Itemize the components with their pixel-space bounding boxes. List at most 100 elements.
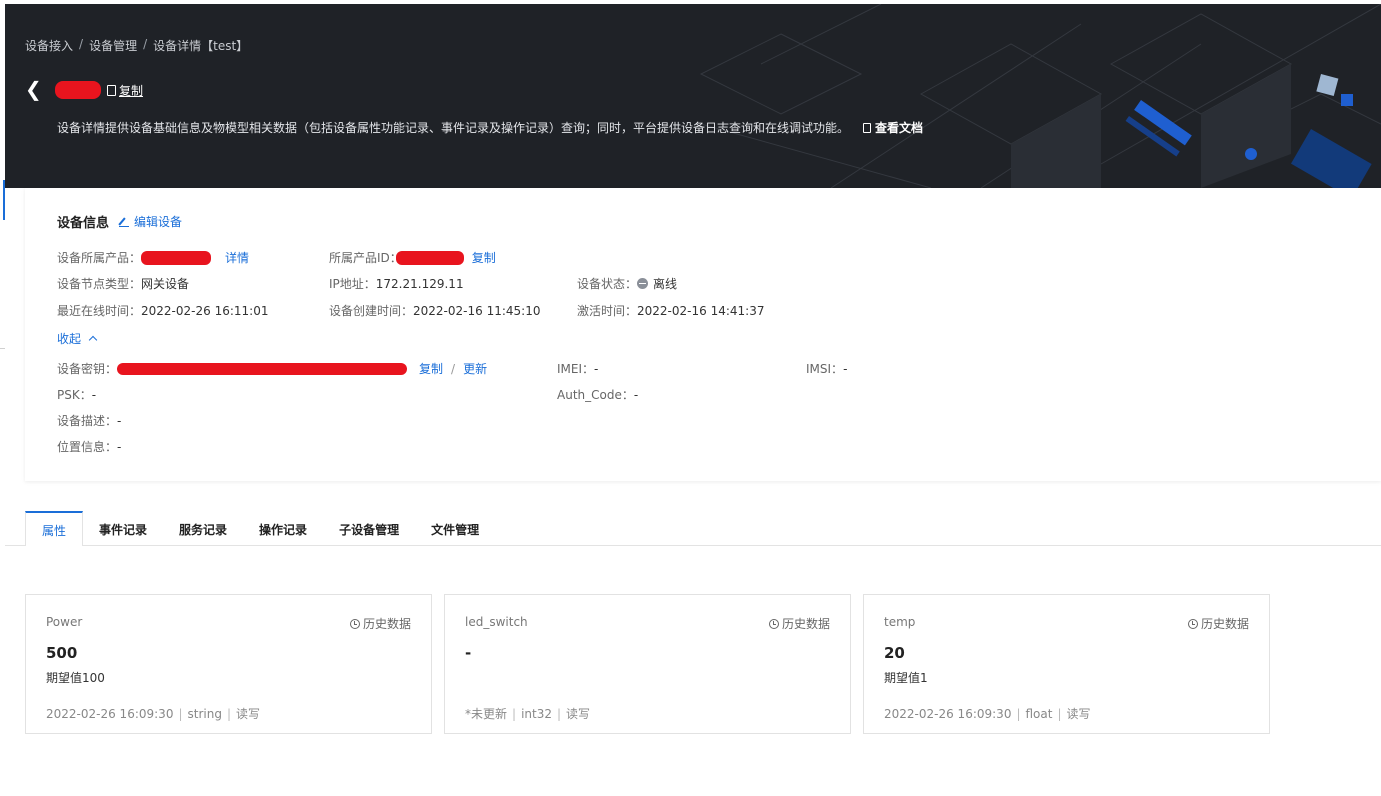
product-id-label: 所属产品ID： <box>329 251 402 265</box>
tab-services[interactable]: 服务记录 <box>163 511 243 546</box>
property-name: Power <box>46 615 83 629</box>
copy-label: 复制 <box>119 83 144 98</box>
property-card-temp: temp 历史数据 20 期望值1 2022-02-26 16:09:30 | fl… <box>863 594 1270 734</box>
history-icon <box>349 618 360 629</box>
history-data-button[interactable]: 历史数据 <box>1187 615 1249 632</box>
status-value: 离线 <box>653 277 678 291</box>
product-id-field: 所属产品ID： 复制 <box>329 249 496 266</box>
breadcrumb-device-access[interactable]: 设备接入 <box>25 37 73 54</box>
copy-device-name-button[interactable]: 复制 <box>107 82 143 99</box>
property-type: float <box>1025 707 1053 721</box>
edit-device-button[interactable]: 编辑设备 <box>119 213 182 230</box>
description-label: 设备描述： <box>57 414 118 428</box>
last-online-field: 最近在线时间： 2022-02-26 16:11:01 <box>57 302 268 319</box>
document-icon <box>863 122 872 133</box>
property-meta: *未更新 | int32 | 读写 <box>465 707 591 721</box>
ip-field: IP地址： 172.21.129.11 <box>329 275 464 292</box>
back-arrow-icon[interactable]: ❮ <box>25 79 47 100</box>
device-info-header: 设备信息 编辑设备 <box>57 212 182 231</box>
redacted-device-name <box>55 81 101 99</box>
description-value: - <box>117 413 122 428</box>
edit-device-label: 编辑设备 <box>134 215 183 229</box>
breadcrumb-separator: / <box>79 37 84 51</box>
created-field: 设备创建时间： 2022-02-16 11:45:10 <box>329 302 540 319</box>
location-field: 位置信息： - <box>57 438 121 455</box>
property-time: 2022-02-26 16:09:30 <box>884 707 1012 721</box>
history-icon <box>768 618 779 629</box>
created-label: 设备创建时间： <box>329 304 414 318</box>
property-name: led_switch <box>465 615 528 629</box>
history-label: 历史数据 <box>1200 617 1249 631</box>
tab-events[interactable]: 事件记录 <box>83 511 163 546</box>
view-docs-link[interactable]: 查看文档 <box>863 119 923 136</box>
status-field: 设备状态： 离线 <box>577 275 677 292</box>
property-card-power: Power 历史数据 500 期望值100 2022-02-26 16:09:3… <box>25 594 432 734</box>
property-access: 读写 <box>1066 707 1091 721</box>
property-expected: 期望值1 <box>884 671 928 685</box>
ip-value: 172.21.129.11 <box>375 276 464 291</box>
copy-product-id-button[interactable]: 复制 <box>472 249 496 266</box>
left-divider <box>0 348 5 349</box>
redacted-product-id <box>395 250 464 265</box>
device-info-title: 设备信息 <box>57 216 110 231</box>
property-value: 500 <box>46 644 78 662</box>
imei-field: IMEI： - <box>557 360 598 377</box>
device-title-row: ❮ 复制 <box>25 79 143 100</box>
banner-decoration <box>699 4 1381 188</box>
secret-field: 设备密钥： 复制 / 更新 <box>57 360 487 377</box>
imei-value: - <box>594 361 599 376</box>
history-data-button[interactable]: 历史数据 <box>768 615 830 632</box>
view-docs-label: 查看文档 <box>875 121 924 135</box>
status-label: 设备状态： <box>577 277 638 291</box>
history-label: 历史数据 <box>362 617 411 631</box>
created-value: 2022-02-16 11:45:10 <box>413 303 541 318</box>
copy-icon <box>107 84 116 96</box>
tab-operations[interactable]: 操作记录 <box>243 511 323 546</box>
property-meta: 2022-02-26 16:09:30 | string | 读写 <box>46 707 261 721</box>
last-online-label: 最近在线时间： <box>57 304 142 318</box>
history-icon <box>1187 618 1198 629</box>
imsi-label: IMSI： <box>806 362 844 376</box>
psk-label: PSK： <box>57 388 92 402</box>
property-type: int32 <box>521 707 552 721</box>
pencil-icon <box>119 217 130 227</box>
activated-label: 激活时间： <box>577 304 638 318</box>
chevron-up-icon <box>88 335 98 345</box>
page-description: 设备详情提供设备基础信息及物模型相关数据（包括设备属性功能记录、事件记录及操作记… <box>57 119 923 136</box>
psk-field: PSK： - <box>57 386 96 403</box>
device-info-card: 设备信息 编辑设备 设备所属产品： 详情 所属产品ID： 复制 设备节点类型： … <box>25 188 1381 481</box>
product-field: 设备所属产品： 详情 <box>57 249 249 266</box>
tab-properties[interactable]: 属性 <box>25 511 84 546</box>
auth-code-value: - <box>633 387 639 402</box>
description-text: 设备详情提供设备基础信息及物模型相关数据（包括设备属性功能记录、事件记录及操作记… <box>57 121 850 135</box>
tab-files[interactable]: 文件管理 <box>415 511 495 546</box>
imei-label: IMEI： <box>557 362 595 376</box>
product-detail-link[interactable]: 详情 <box>225 249 249 266</box>
breadcrumb-device-management[interactable]: 设备管理 <box>89 37 137 54</box>
collapse-toggle[interactable]: 收起 <box>57 330 98 347</box>
tab-sub-devices[interactable]: 子设备管理 <box>323 511 415 546</box>
redacted-secret <box>117 362 408 375</box>
property-card-led-switch: led_switch 历史数据 - *未更新 | int32 | 读写 <box>444 594 851 734</box>
ip-label: IP地址： <box>329 277 376 291</box>
node-type-label: 设备节点类型： <box>57 277 142 291</box>
property-meta: 2022-02-26 16:09:30 | float | 读写 <box>884 707 1091 721</box>
update-secret-button[interactable]: 更新 <box>463 360 487 377</box>
breadcrumb-separator: / <box>143 37 148 51</box>
history-data-button[interactable]: 历史数据 <box>349 615 411 632</box>
offline-status-icon <box>637 278 649 289</box>
property-access: 读写 <box>236 707 261 721</box>
property-name: temp <box>884 615 916 629</box>
auth-code-field: Auth_Code： - <box>557 386 638 403</box>
breadcrumb: 设备接入 / 设备管理 / 设备详情【test】 <box>25 37 248 54</box>
property-time: 2022-02-26 16:09:30 <box>46 707 174 721</box>
device-detail-page: 设备接入 / 设备管理 / 设备详情【test】 ❮ 复制 设备详情提供设备基础… <box>0 0 1381 796</box>
node-type-value: 网关设备 <box>141 277 190 291</box>
secret-label: 设备密钥： <box>57 362 118 376</box>
imsi-value: - <box>843 361 848 376</box>
copy-secret-button[interactable]: 复制 <box>419 360 443 377</box>
description-field: 设备描述： - <box>57 412 121 429</box>
imsi-field: IMSI： - <box>806 360 847 377</box>
activated-field: 激活时间： 2022-02-16 14:41:37 <box>577 302 764 319</box>
tab-bar: 属性 事件记录 服务记录 操作记录 子设备管理 文件管理 <box>25 511 495 546</box>
